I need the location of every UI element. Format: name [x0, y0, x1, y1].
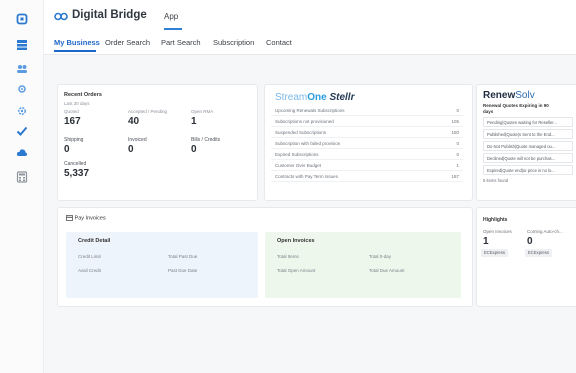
list-item[interactable]: Customer Over Budget 1 [271, 161, 463, 171]
total-items-label: Total Items [277, 254, 299, 259]
quote-item[interactable]: Pending|Quotes waiting for Reseller... [483, 117, 573, 127]
metric-label: Open RMA [191, 109, 214, 114]
tab-contact[interactable]: Contact [266, 38, 292, 47]
grid-menu-icon[interactable] [15, 38, 29, 52]
quote-item[interactable]: Declined|Quote will not be purchas... [483, 153, 573, 163]
main-tabs: My Business Order Search Part Search Sub… [44, 38, 576, 52]
past-due-date-label: Past Due Date [168, 268, 198, 273]
app-tab[interactable]: App [164, 12, 178, 21]
quote-item[interactable]: Do Not Publish|Quote managed ou... [483, 141, 573, 151]
highlight-badge[interactable]: ECExpress [481, 249, 508, 257]
total-due-amount-label: Total Due Amount [369, 268, 405, 273]
streamone-logo: StreamOne Stellr [275, 92, 355, 103]
recent-orders-period: Last 30 days [64, 101, 90, 106]
tab-subscription[interactable]: Subscription [213, 38, 254, 47]
card-icon [66, 215, 73, 221]
check-icon[interactable] [15, 124, 29, 138]
metric-value[interactable]: 0 [64, 144, 70, 155]
items-found-count: 5 items found [483, 178, 509, 183]
home-icon[interactable] [15, 12, 29, 26]
streamone-card: StreamOne Stellr Upcoming Renewals Subsc… [264, 84, 473, 201]
credit-detail-panel: Credit Detail Credit Limit Total Past Du… [66, 232, 258, 298]
metric-label: Accepted / Pending [128, 109, 168, 114]
tab-order-search[interactable]: Order Search [105, 38, 150, 47]
highlight-badge[interactable]: ECExpress [525, 249, 552, 257]
pay-invoices-header: Pay Invoices [66, 215, 106, 221]
metric-label: Quoted [64, 109, 79, 114]
list-item[interactable]: Suspended Subscriptions 150 [271, 128, 463, 138]
list-item[interactable]: Subscription with failed provision 0 [271, 139, 463, 149]
highlight-label: Open Invoices [483, 229, 512, 234]
metric-label: Cancelled [64, 161, 87, 167]
credit-limit-label: Credit Limit [78, 254, 101, 259]
avail-credit-label: Avail Credit [78, 268, 101, 273]
list-item[interactable]: Expired Subscriptions 0 [271, 150, 463, 160]
top-header: Digital Bridge App [44, 0, 576, 34]
list-item[interactable]: Contracts with Pay Term Issues 187 [271, 172, 463, 182]
credit-detail-title: Credit Detail [78, 238, 111, 244]
pay-invoices-title: Pay Invoices [74, 215, 106, 222]
brand-logo-icon [54, 12, 68, 21]
renewsolv-logo: RenewSolv [483, 90, 535, 101]
total-open-amount-label: Total Open Amount [277, 268, 316, 273]
metric-value[interactable]: 5,337 [64, 168, 89, 179]
highlights-card: Highlights Open Invoices 1 ECExpress Com… [476, 207, 576, 307]
active-tab-underline [54, 50, 96, 52]
highlight-value[interactable]: 0 [527, 236, 533, 247]
metric-value[interactable]: 0 [128, 144, 134, 155]
tab-my-business[interactable]: My Business [54, 38, 100, 47]
metric-value[interactable]: 1 [191, 116, 197, 127]
total-0-day-label: Total 0-day [369, 254, 392, 259]
app-tab-underline [164, 28, 182, 30]
metric-value[interactable]: 167 [64, 116, 81, 127]
open-invoices-title: Open Invoices [277, 238, 315, 244]
metric-label: Invoiced [128, 137, 147, 143]
metric-label: Shipping [64, 137, 84, 143]
list-item[interactable]: Upcoming Renewals Subscriptions 0 [271, 106, 463, 116]
renewsolv-subtitle-cont: days [483, 109, 494, 114]
total-past-due-label: Total Past Due [168, 254, 198, 259]
metric-value[interactable]: 0 [191, 144, 197, 155]
open-invoices-panel: Open Invoices Total Items Total 0-day To… [265, 232, 461, 298]
quote-item[interactable]: Expired|Quote end|or price is no lo... [483, 165, 573, 175]
highlights-title: Highlights [483, 217, 508, 223]
cloud-settings-icon[interactable] [15, 82, 29, 96]
tab-part-search[interactable]: Part Search [161, 38, 201, 47]
metric-value[interactable]: 40 [128, 116, 139, 127]
recent-orders-card: Recent Orders Last 30 days Quoted 167 Ac… [57, 84, 258, 201]
highlight-label: Coming Auto-ch... [527, 229, 563, 234]
gear-icon[interactable] [15, 104, 29, 118]
users-icon[interactable] [15, 62, 29, 76]
pay-invoices-card: Pay Invoices Credit Detail Credit Limit … [57, 207, 473, 307]
quote-item[interactable]: Published|Quote|s Sent to the End... [483, 129, 573, 139]
highlight-value[interactable]: 1 [483, 236, 489, 247]
brand-name: Digital Bridge [72, 9, 147, 21]
left-sidebar [0, 0, 44, 373]
cloud-icon[interactable] [15, 146, 29, 160]
metric-label: Bills / Credits [191, 137, 221, 143]
renewsolv-subtitle: Renewal Quotes Expiring in 90 [483, 103, 549, 108]
recent-orders-title: Recent Orders [64, 92, 102, 98]
renewsolv-card: RenewSolv Renewal Quotes Expiring in 90 … [476, 84, 576, 201]
list-item[interactable]: Subscriptions not provisioned 105 [271, 117, 463, 127]
calculator-icon[interactable] [15, 170, 29, 184]
